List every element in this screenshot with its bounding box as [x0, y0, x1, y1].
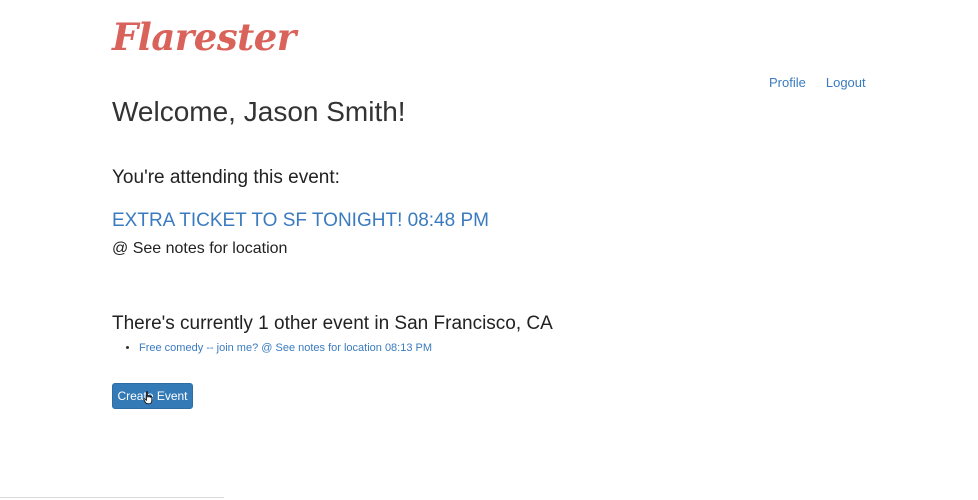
welcome-heading: Welcome, Jason Smith! — [112, 96, 406, 127]
top-nav: Profile Logout — [769, 74, 866, 92]
hand-pointer-icon — [143, 391, 153, 405]
other-events-list: Free comedy -- join me? @ See notes for … — [112, 340, 432, 356]
other-event-link[interactable]: Free comedy -- join me? @ See notes for … — [139, 342, 432, 354]
other-events-heading: There's currently 1 other event in San F… — [112, 313, 553, 334]
attending-heading: You're attending this event: — [112, 167, 340, 188]
profile-link[interactable]: Profile — [769, 74, 806, 92]
bottom-divider — [0, 497, 224, 498]
brand-logo: Flarester — [112, 15, 296, 59]
attending-event-location: @ See notes for location — [112, 240, 288, 257]
logout-link[interactable]: Logout — [826, 74, 866, 92]
list-item: Free comedy -- join me? @ See notes for … — [139, 340, 432, 356]
attending-event-link[interactable]: EXTRA TICKET TO SF TONIGHT! 08:48 PM — [112, 209, 489, 233]
